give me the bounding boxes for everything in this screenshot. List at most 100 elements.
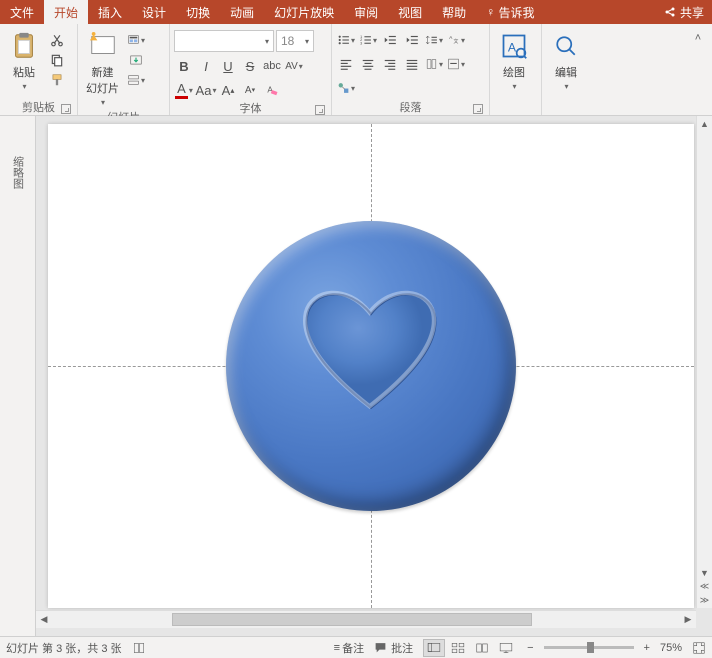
normal-view-button[interactable]	[423, 639, 445, 657]
copy-button[interactable]	[48, 52, 66, 68]
font-dialog-launcher[interactable]	[315, 105, 325, 115]
align-center-button[interactable]	[358, 54, 378, 74]
tab-review[interactable]: 审阅	[344, 0, 388, 24]
columns-button[interactable]: ▾	[424, 54, 444, 74]
editing-label: 编辑	[555, 64, 577, 80]
group-slides: 新建 幻灯片 ▾ ▾ ▾ 幻灯片	[78, 24, 170, 115]
tab-home[interactable]: 开始	[44, 0, 88, 24]
scroll-left-button[interactable]: ◀	[36, 614, 52, 625]
zoom-out-button[interactable]: −	[527, 642, 533, 654]
collapse-ribbon-button[interactable]: ˄	[688, 28, 708, 48]
format-painter-button[interactable]	[48, 72, 66, 88]
comments-label: 批注	[391, 640, 413, 656]
reset-button[interactable]	[127, 52, 145, 68]
paste-button[interactable]: 粘贴 ▾	[4, 28, 44, 93]
align-right-button[interactable]	[380, 54, 400, 74]
font-color-button[interactable]: A▾	[174, 80, 194, 100]
section-button[interactable]: ▾	[127, 72, 145, 88]
shrink-font-button[interactable]: A▾	[240, 80, 260, 100]
fit-to-window-button[interactable]	[692, 641, 706, 655]
tab-slideshow[interactable]: 幻灯片放映	[264, 0, 344, 24]
change-case-button[interactable]: Aa▾	[196, 80, 216, 100]
workspace: 缩略图	[0, 116, 712, 636]
powerpoint-window: 文件 开始 插入 设计 切换 动画 幻灯片放映 审阅 视图 帮助 ♀ 告诉我 共…	[0, 0, 712, 658]
scroll-right-button[interactable]: ▶	[680, 614, 696, 625]
drawing-button[interactable]: A 绘图 ▾	[494, 28, 534, 93]
svg-text:3: 3	[360, 41, 362, 45]
zoom-slider[interactable]	[544, 646, 634, 649]
share-icon	[664, 6, 676, 18]
tab-tell-me[interactable]: ♀ 告诉我	[476, 0, 544, 24]
tab-help[interactable]: 帮助	[432, 0, 476, 24]
notes-button[interactable]: ≡ 备注	[334, 640, 364, 656]
horizontal-scrollbar[interactable]: ◀ ▶	[36, 610, 696, 628]
zoom-level[interactable]: 75%	[660, 642, 682, 654]
clipboard-group-label: 剪贴板	[22, 102, 55, 114]
font-family-combo[interactable]: ▾	[174, 30, 274, 52]
status-bar: 幻灯片 第 3 张，共 3 张 ≡ 备注 批注 − + 75%	[0, 636, 712, 658]
char-spacing-button[interactable]: AV▾	[284, 56, 304, 76]
justify-button[interactable]	[402, 54, 422, 74]
convert-smartart-button[interactable]: ▾	[336, 78, 356, 98]
view-buttons	[423, 639, 517, 657]
tell-me-label: 告诉我	[499, 4, 535, 21]
svg-text:文: 文	[453, 38, 458, 45]
scroll-down-button[interactable]: ▼	[697, 565, 712, 581]
next-slide-button[interactable]: ≫	[700, 595, 709, 606]
shadow-button[interactable]: abc	[262, 56, 282, 76]
thumbnail-pane-label: 缩略图	[10, 156, 26, 636]
comment-icon	[374, 641, 387, 654]
tab-view[interactable]: 视图	[388, 0, 432, 24]
font-size-combo[interactable]: 18▾	[276, 30, 314, 52]
tab-transitions[interactable]: 切换	[176, 0, 220, 24]
new-slide-button[interactable]: 新建 幻灯片 ▾	[82, 28, 123, 109]
clipboard-dialog-launcher[interactable]	[61, 104, 71, 114]
spell-check-button[interactable]	[132, 641, 146, 655]
editing-button[interactable]: 编辑 ▾	[546, 28, 586, 93]
slideshow-view-button[interactable]	[495, 639, 517, 657]
strikethrough-button[interactable]: S	[240, 56, 260, 76]
numbering-button[interactable]: 123▾	[358, 30, 378, 50]
reading-view-button[interactable]	[471, 639, 493, 657]
hscroll-thumb[interactable]	[172, 613, 532, 626]
slide-counter[interactable]: 幻灯片 第 3 张，共 3 张	[6, 640, 122, 656]
paragraph-dialog-launcher[interactable]	[473, 104, 483, 114]
thumbnail-pane-collapsed[interactable]: 缩略图	[0, 116, 36, 636]
zoom-in-button[interactable]: +	[644, 642, 650, 654]
comments-button[interactable]: 批注	[374, 640, 413, 656]
italic-button[interactable]: I	[196, 56, 216, 76]
increase-indent-button[interactable]	[402, 30, 422, 50]
clipboard-icon	[8, 30, 40, 62]
grow-font-button[interactable]: A▴	[218, 80, 238, 100]
notes-icon: ≡	[334, 642, 338, 654]
tab-file[interactable]: 文件	[0, 0, 44, 24]
underline-button[interactable]: U	[218, 56, 238, 76]
drawing-icon: A	[498, 30, 530, 62]
heart-shape[interactable]	[296, 285, 446, 415]
align-left-button[interactable]	[336, 54, 356, 74]
scroll-up-button[interactable]: ▲	[697, 116, 712, 132]
share-button[interactable]: 共享	[656, 0, 712, 24]
tab-design[interactable]: 设计	[132, 0, 176, 24]
sorter-view-button[interactable]	[447, 639, 469, 657]
drawing-label: 绘图	[503, 64, 525, 80]
line-spacing-button[interactable]: ▾	[424, 30, 444, 50]
text-direction-button[interactable]: A文▾	[446, 30, 466, 50]
tab-animations[interactable]: 动画	[220, 0, 264, 24]
font-group-label: 字体	[240, 103, 262, 115]
book-icon	[132, 641, 146, 655]
group-editing: 编辑 ▾	[542, 24, 594, 115]
cut-button[interactable]	[48, 32, 66, 48]
bullets-button[interactable]: ▾	[336, 30, 356, 50]
slide-canvas[interactable]	[48, 124, 694, 608]
decrease-indent-button[interactable]	[380, 30, 400, 50]
layout-button[interactable]: ▾	[127, 32, 145, 48]
prev-slide-button[interactable]: ≪	[700, 581, 709, 592]
circle-shape[interactable]	[226, 221, 516, 511]
bold-button[interactable]: B	[174, 56, 194, 76]
clear-formatting-button[interactable]: A	[262, 80, 282, 100]
tab-insert[interactable]: 插入	[88, 0, 132, 24]
align-text-button[interactable]: ▾	[446, 54, 466, 74]
slide-area: ▲ ▼ ≪ ≫ ◀ ▶	[36, 116, 712, 636]
vertical-scrollbar[interactable]: ▲ ▼ ≪ ≫	[696, 116, 712, 608]
